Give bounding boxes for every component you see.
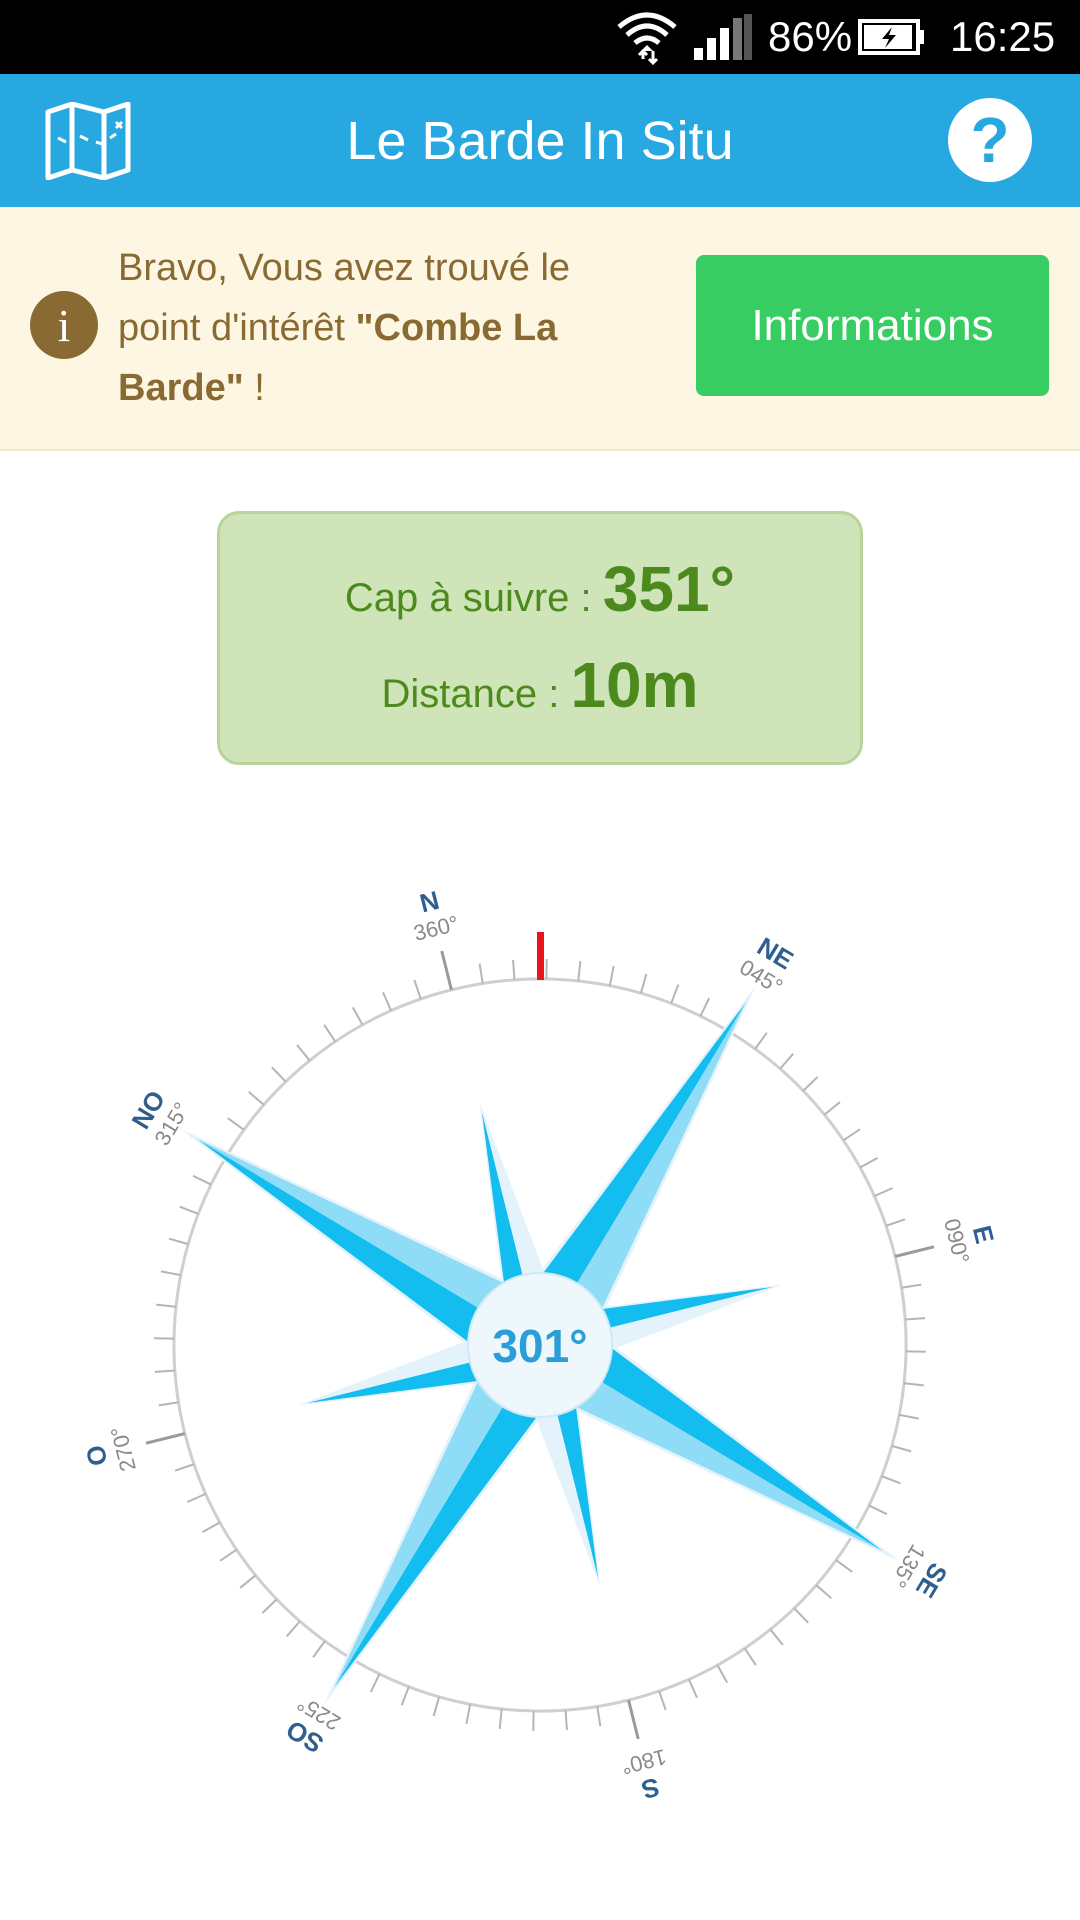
compass-tick	[498, 1708, 503, 1729]
compass-tick	[868, 1504, 888, 1516]
compass-tick	[440, 950, 453, 991]
cardinal-degrees: 270°	[106, 1424, 141, 1474]
compass-tick	[577, 961, 582, 982]
compass-tick	[802, 1076, 819, 1092]
compass-tick	[596, 1706, 602, 1727]
battery-charging-icon	[858, 0, 926, 74]
compass-tick	[156, 1303, 177, 1308]
cap-row: Cap à suivre : 351°	[220, 552, 860, 626]
compass-tick	[261, 1598, 278, 1614]
compass-tick	[145, 1432, 186, 1445]
cardinal-label-no: NO315°	[125, 1085, 194, 1150]
compass-tick	[154, 1369, 175, 1373]
app-title: Le Barde In Situ	[346, 110, 734, 171]
compass-tick	[815, 1584, 832, 1599]
compass-tick	[891, 1444, 912, 1453]
compass-tick	[899, 1413, 920, 1420]
compass-tick	[885, 1218, 906, 1227]
info-icon: i	[30, 291, 98, 359]
compass-svg: NO315° N360° NE045° E090° SE135° S180° SO225° O…	[80, 885, 1001, 1805]
cardinal-degrees: 180°	[619, 1744, 669, 1779]
help-icon: ?	[970, 104, 1010, 176]
distance-label: Distance :	[381, 672, 571, 716]
cardinal-label-o: O270°	[80, 1424, 141, 1474]
compass-tick	[168, 1237, 189, 1246]
compass-tick	[670, 984, 680, 1004]
cardinal-label-se: SE135°	[886, 1540, 954, 1603]
compass-tick	[903, 1382, 924, 1387]
compass-tick	[160, 1270, 181, 1277]
compass-tick	[400, 1686, 410, 1706]
compass-tick	[478, 963, 484, 984]
cardinal-label-s: S180°	[619, 1744, 669, 1805]
banner-message: Bravo, Vous avez trouvé le point d'intér…	[118, 238, 638, 418]
compass-tick	[901, 1283, 922, 1289]
compass-tick	[271, 1066, 287, 1083]
compass-tick	[564, 1710, 568, 1731]
compass-tick	[369, 1673, 381, 1693]
compass-tick	[286, 1620, 301, 1637]
cardinal-name: N	[417, 885, 442, 919]
cardinal-label-e: E090°	[939, 1216, 1000, 1266]
compass-tick	[312, 1640, 326, 1658]
wifi-icon	[615, 0, 679, 74]
current-heading: 301°	[492, 1320, 587, 1372]
compass: NO 315° N 360° NE 045° E 090° SE 135° S 180° SO 225° O…	[0, 840, 1080, 1840]
cardinal-degrees: 360°	[411, 911, 461, 946]
cardinal-name: E	[967, 1222, 1000, 1246]
compass-tick	[192, 1174, 212, 1186]
map-icon	[45, 101, 131, 181]
cardinal-label-ne: NE045°	[735, 931, 798, 999]
status-bar: 86% 16:25	[0, 0, 1080, 74]
compass-tick	[608, 965, 615, 986]
compass-tick	[158, 1401, 179, 1407]
cardinal-name: O	[80, 1442, 114, 1469]
battery-percent: 86%	[768, 13, 853, 60]
compass-tick	[658, 1690, 667, 1711]
help-button[interactable]: ?	[948, 98, 1032, 182]
cardinal-name: S	[639, 1772, 663, 1805]
compass-tick	[754, 1032, 768, 1050]
cardinal-label-so: SO225°	[281, 1691, 345, 1760]
compass-tick	[905, 1350, 926, 1353]
heading-card: Cap à suivre : 351° Distance : 10m	[217, 511, 863, 765]
informations-button[interactable]: Informations	[696, 255, 1049, 396]
map-button[interactable]	[44, 101, 132, 181]
compass-tick	[699, 997, 711, 1017]
compass-tick	[905, 1317, 926, 1321]
compass-tick	[413, 979, 422, 1000]
clock: 16:25	[950, 13, 1056, 60]
compass-tick	[835, 1559, 853, 1573]
cap-value: 351°	[602, 553, 736, 625]
target-indicator	[537, 932, 544, 980]
cardinal-degrees: 090°	[939, 1216, 974, 1266]
compass-tick	[779, 1053, 794, 1070]
compass-tick	[465, 1704, 472, 1725]
compass-tick	[432, 1696, 441, 1717]
compass-tick	[894, 1245, 935, 1258]
distance-row: Distance : 10m	[220, 648, 860, 722]
compass-tick	[881, 1475, 901, 1485]
compass-tick	[248, 1091, 265, 1106]
compass-tick	[532, 1710, 535, 1731]
compass-tick	[793, 1607, 809, 1624]
cap-label: Cap à suivre :	[344, 576, 603, 620]
compass-tick	[512, 959, 516, 980]
compass-tick	[227, 1117, 245, 1131]
distance-value: 10m	[570, 649, 699, 721]
compass-tick	[179, 1205, 199, 1215]
compass-tick	[154, 1337, 175, 1340]
compass-tick	[174, 1463, 195, 1472]
cardinal-label-n: N360°	[411, 885, 461, 946]
app-bar: Le Barde In Situ ?	[0, 74, 1080, 207]
banner-text-after: !	[243, 367, 265, 409]
signal-icon	[692, 0, 754, 74]
compass-tick	[627, 1699, 640, 1740]
compass-tick	[639, 973, 648, 994]
